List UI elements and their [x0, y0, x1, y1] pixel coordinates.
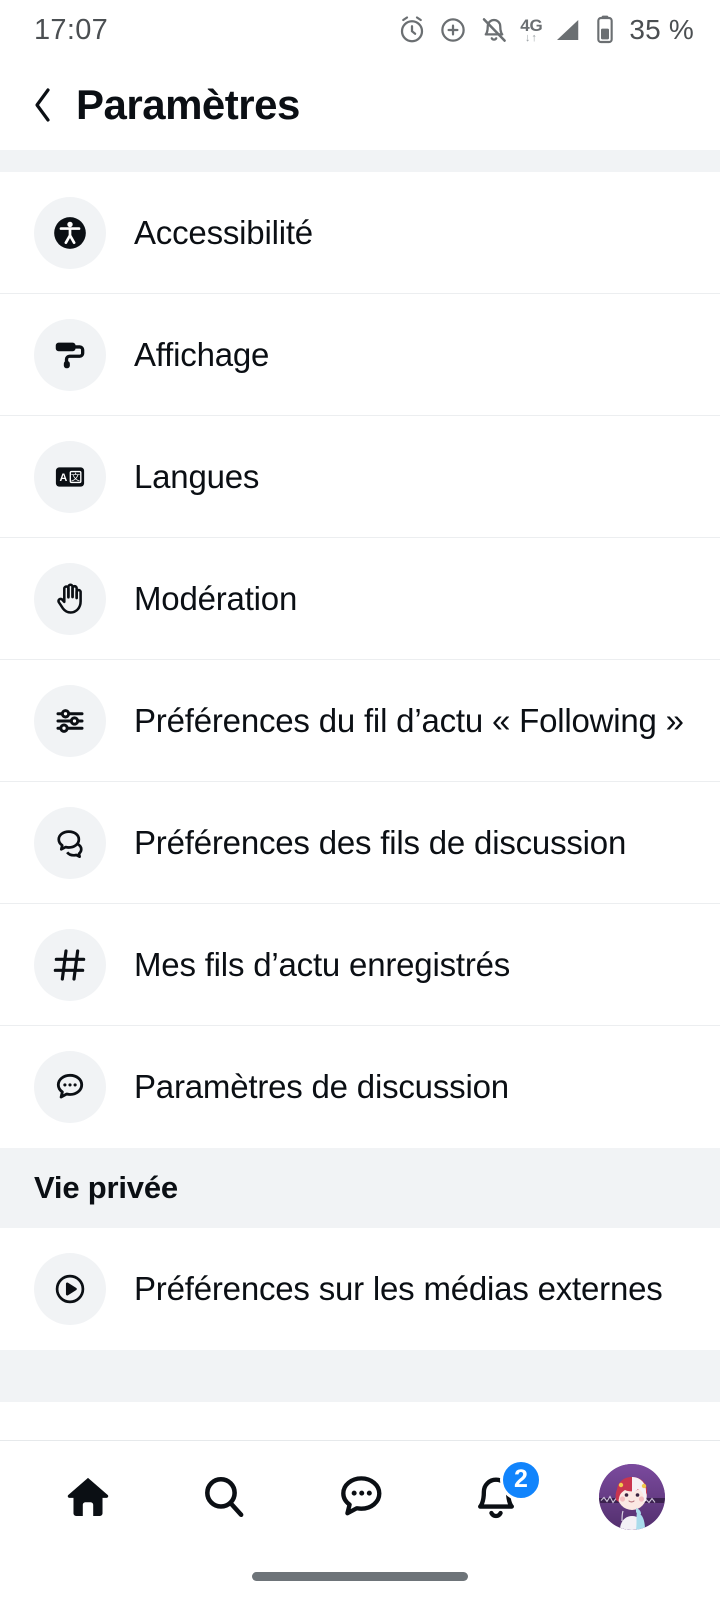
settings-row-following-feed-preferences[interactable]: Préférences du fil d’actu « Following » — [0, 660, 720, 782]
nav-item-profile[interactable] — [584, 1453, 680, 1541]
settings-row-label: Langues — [134, 457, 260, 495]
signal-icon — [551, 15, 583, 45]
settings-row-langues[interactable]: A 文 Langues — [0, 416, 720, 538]
nav-item-chat[interactable] — [312, 1453, 408, 1541]
settings-row-affichage[interactable]: Affichage — [0, 294, 720, 416]
settings-row-label: Modération — [134, 579, 298, 617]
bottom-navigation-bar: 2 — [0, 1440, 720, 1552]
status-bar-clock: 17:07 — [34, 13, 109, 46]
settings-row-thread-preferences[interactable]: Préférences des fils de discussion — [0, 782, 720, 904]
network-4g-icon: 4G ↓↑ — [520, 15, 543, 44]
nav-item-search[interactable] — [176, 1453, 272, 1541]
chat-icon — [334, 1471, 386, 1523]
search-icon — [198, 1471, 250, 1523]
section-header-clipped-top — [0, 150, 720, 172]
alarm-icon — [397, 15, 427, 45]
section-header-clipped-bottom — [0, 1350, 720, 1402]
settings-row-chat-settings[interactable]: Paramètres de discussion — [0, 1026, 720, 1148]
battery-icon — [594, 14, 616, 46]
gesture-pill[interactable] — [252, 1571, 468, 1581]
nav-item-notifications[interactable]: 2 — [448, 1453, 544, 1541]
gesture-navigation-bar — [0, 1552, 720, 1600]
play-circle-icon — [34, 1253, 106, 1325]
accessibility-icon — [34, 196, 106, 269]
back-button[interactable] — [26, 82, 60, 128]
notifications-muted-icon — [479, 15, 509, 45]
section-title: Vie privée — [34, 1170, 178, 1205]
page-title: Paramètres — [76, 81, 300, 128]
status-bar-icons: 4G ↓↑ 35 % — [397, 14, 694, 46]
section-header-privacy: Vie privée — [0, 1148, 720, 1228]
svg-text:A: A — [60, 471, 68, 483]
sliders-icon — [34, 684, 106, 757]
settings-row-label: Mes fils d’actu enregistrés — [134, 945, 511, 983]
settings-row-label: Préférences du fil d’actu « Following » — [134, 701, 684, 739]
phone-screen: 17:07 4G ↓↑ 35 % Paramètres Accessibilit… — [0, 0, 720, 1600]
app-header: Paramètres — [0, 60, 720, 150]
data-saver-icon — [438, 15, 468, 45]
settings-row-saved-feeds[interactable]: Mes fils d’actu enregistrés — [0, 904, 720, 1026]
avatar — [599, 1463, 665, 1530]
settings-scroll-area[interactable]: Accessibilité Affichage A 文 Langues Modé… — [0, 150, 720, 1440]
settings-row-label: Affichage — [134, 335, 270, 373]
settings-row-label: Préférences des fils de discussion — [134, 823, 627, 861]
threads-bubbles-icon — [34, 806, 106, 879]
settings-row-label: Accessibilité — [134, 213, 313, 251]
settings-row-label: Paramètres de discussion — [134, 1068, 509, 1105]
settings-row-accessibility[interactable]: Accessibilité — [0, 172, 720, 294]
battery-percent-label: 35 % — [629, 14, 694, 45]
notification-badge: 2 — [500, 1458, 542, 1501]
status-bar: 17:07 4G ↓↑ 35 % — [0, 0, 720, 60]
settings-row-external-media-preferences[interactable]: Préférences sur les médias externes — [0, 1228, 720, 1350]
svg-text:文: 文 — [71, 471, 80, 482]
raised-hand-icon — [34, 562, 106, 635]
hashtag-icon — [34, 928, 106, 1001]
translate-icon: A 文 — [34, 440, 106, 513]
settings-row-moderation[interactable]: Modération — [0, 538, 720, 660]
paint-roller-icon — [34, 318, 106, 391]
nav-item-home[interactable] — [40, 1453, 136, 1541]
chat-dots-icon — [34, 1051, 106, 1123]
home-icon — [62, 1471, 114, 1523]
settings-row-label: Préférences sur les médias externes — [134, 1270, 663, 1307]
